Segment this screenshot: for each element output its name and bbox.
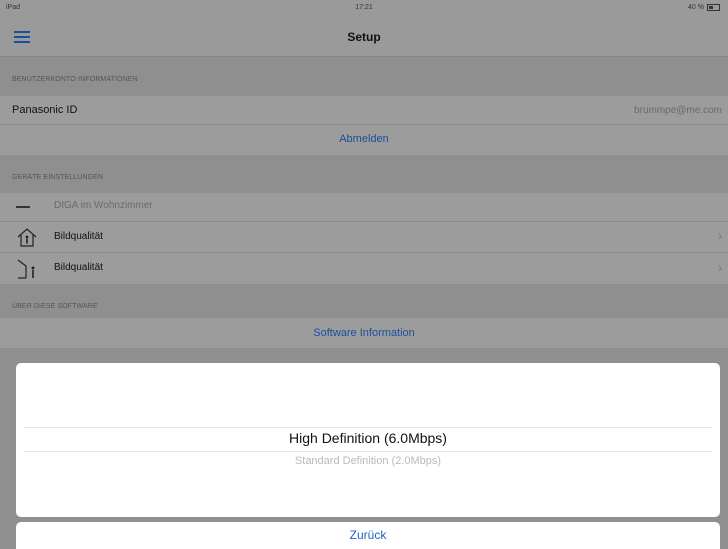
status-time: 17:21 bbox=[355, 4, 373, 11]
battery-icon bbox=[707, 4, 720, 11]
chevron-right-icon: › bbox=[718, 261, 722, 275]
picker-divider bbox=[24, 427, 712, 428]
quality-label-outside: Bildqualität bbox=[54, 262, 103, 273]
back-button-label: Zurück bbox=[349, 528, 387, 542]
person-outside-icon bbox=[17, 259, 35, 279]
home-icon bbox=[17, 228, 37, 247]
device-row: DIGA im Wohnzimmer bbox=[0, 193, 728, 221]
logout-row[interactable]: Abmelden bbox=[0, 125, 728, 155]
nav-bar: Setup bbox=[0, 16, 728, 57]
quality-row-home[interactable]: Bildqualität › bbox=[0, 222, 728, 252]
device-name: DIGA im Wohnzimmer bbox=[54, 200, 153, 211]
quality-label-home: Bildqualität bbox=[54, 231, 103, 242]
back-button[interactable]: Zurück bbox=[16, 522, 720, 549]
picker-option[interactable]: Standard Definition (2.0Mbps) bbox=[16, 455, 720, 467]
chevron-right-icon: › bbox=[718, 229, 722, 243]
picker-divider bbox=[24, 451, 712, 452]
battery-percent: 40 % bbox=[688, 4, 704, 11]
picker-option-selected[interactable]: High Definition (6.0Mbps) bbox=[16, 430, 720, 446]
quality-picker[interactable]: High Definition (6.0Mbps) Standard Defin… bbox=[16, 363, 720, 517]
panasonic-id-value: brummpe@me.com bbox=[634, 105, 722, 116]
status-bar: iPad 17:21 40 % bbox=[0, 0, 728, 16]
software-info-link[interactable]: Software Information bbox=[0, 327, 728, 339]
panasonic-id-label: Panasonic ID bbox=[12, 104, 78, 116]
quality-row-outside[interactable]: Bildqualität › bbox=[0, 253, 728, 284]
device-dash-icon bbox=[16, 206, 30, 208]
panasonic-id-row[interactable]: Panasonic ID brummpe@me.com bbox=[0, 96, 728, 124]
logout-button[interactable]: Abmelden bbox=[0, 133, 728, 145]
page-title: Setup bbox=[347, 30, 381, 44]
software-info-row[interactable]: Software Information bbox=[0, 318, 728, 348]
battery-status: 40 % bbox=[688, 4, 720, 11]
